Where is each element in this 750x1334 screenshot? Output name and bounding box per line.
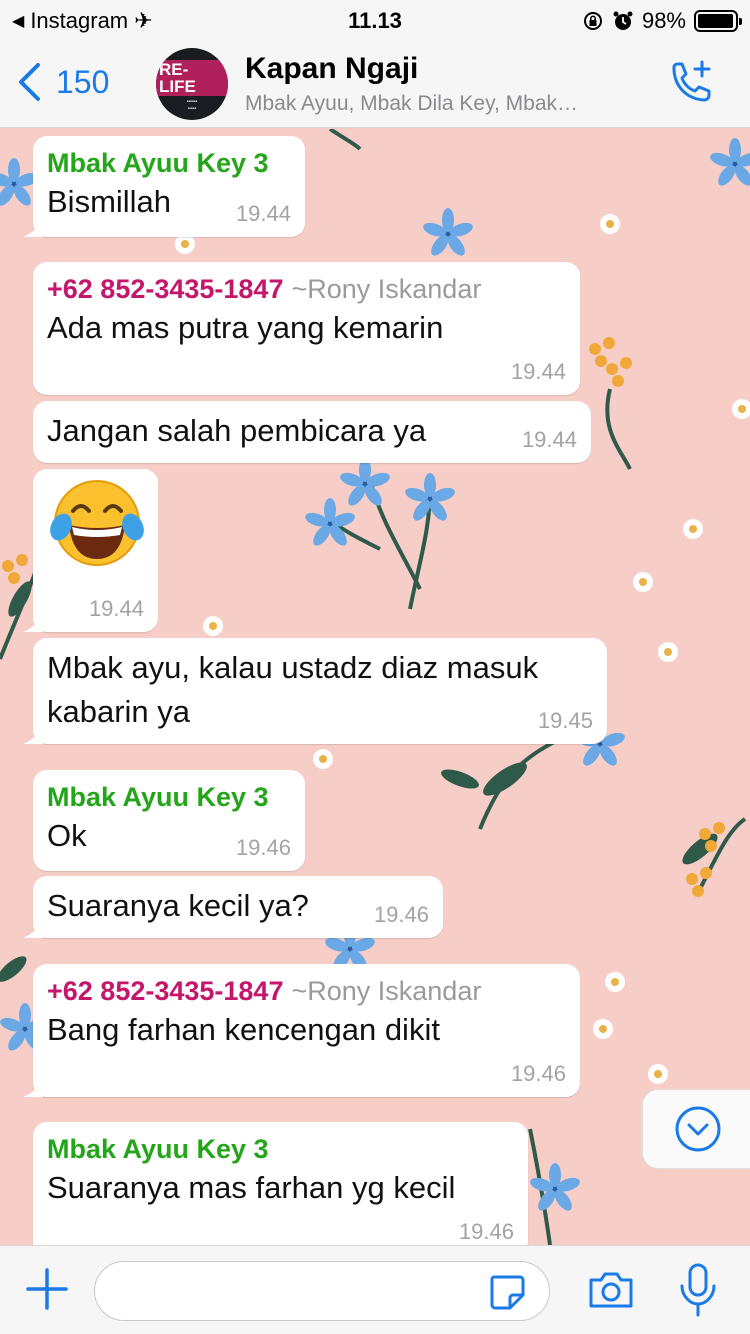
message-bubble[interactable]: Mbak Ayuu Key 3 Bismillah 19.44: [23, 136, 305, 237]
message-bubble[interactable]: Mbak Ayuu Key 3 Ok 19.46: [33, 770, 305, 871]
message-time: 19.44: [88, 596, 144, 621]
unread-count: 150: [56, 63, 110, 100]
sender-phone[interactable]: +62 852-3435-1847: [47, 274, 283, 304]
plus-icon[interactable]: [24, 1266, 70, 1312]
chat-members[interactable]: Mbak Ayuu, Mbak Dila Key, Mbak…: [245, 92, 645, 116]
chat-header: 150 RE-LIFE ▪▪▪▪▪ ▪▪▪▪ Kapan Ngaji Mbak A…: [0, 42, 750, 128]
message-time: 19.46: [373, 902, 429, 927]
bubble-tail: [23, 612, 43, 632]
message-bubble[interactable]: +62 852-3435-1847 ~Rony Iskandar Bang far…: [23, 964, 580, 1097]
avatar-decoration: ▪▪▪▪▪ ▪▪▪▪: [186, 98, 198, 112]
message-text: Bang farhan kencengan dikit: [47, 1012, 440, 1047]
sender-pushname: ~Rony Iskandar: [291, 274, 482, 304]
back-button[interactable]: 150: [16, 62, 109, 102]
scroll-to-bottom-button[interactable]: [642, 1089, 750, 1169]
message-bubble[interactable]: Mbak Ayuu Key 3 Suaranya mas farhan yg k…: [33, 1122, 528, 1245]
bubble-tail: [23, 918, 43, 938]
sender-name[interactable]: +62 852-3435-1847 ~Rony Iskandar: [47, 272, 566, 306]
sender-name[interactable]: +62 852-3435-1847 ~Rony Iskandar: [47, 974, 566, 1008]
message-time: 19.46: [510, 1061, 566, 1086]
message-time: 19.46: [458, 1219, 514, 1244]
message-input[interactable]: [94, 1261, 550, 1321]
message-time: 19.44: [521, 427, 577, 452]
bubble-tail: [23, 724, 43, 744]
message-time: 19.44: [235, 201, 291, 226]
chat-title[interactable]: Kapan Ngaji: [245, 52, 418, 86]
battery-fill: [698, 14, 734, 28]
sender-name[interactable]: Mbak Ayuu Key 3: [47, 146, 291, 180]
message-bubble[interactable]: Jangan salah pembicara ya 19.44: [33, 401, 591, 463]
camera-icon[interactable]: [587, 1268, 635, 1312]
message-time: 19.44: [510, 359, 566, 384]
message-time: 19.45: [537, 708, 593, 733]
sticker-icon[interactable]: [488, 1273, 526, 1311]
bubble-tail: [23, 217, 43, 237]
message-text: Suaranya mas farhan yg kecil: [47, 1170, 456, 1205]
message-bubble[interactable]: 19.44: [23, 469, 158, 632]
group-avatar[interactable]: RE-LIFE ▪▪▪▪▪ ▪▪▪▪: [156, 48, 228, 120]
lock-rotation-icon: [583, 12, 602, 30]
battery-percent: 98%: [641, 8, 686, 33]
message-bubble[interactable]: Suaranya kecil ya? 19.46: [23, 876, 443, 938]
sender-name[interactable]: Mbak Ayuu Key 3: [47, 1132, 514, 1166]
chat-area[interactable]: Mbak Ayuu Key 3 Bismillah 19.44 +62 852-…: [0, 129, 750, 1245]
status-bar: ◀ Instagram ✈ 11.13 98%: [0, 0, 750, 42]
add-call-icon[interactable]: [666, 58, 716, 108]
composer-bar: [0, 1245, 750, 1334]
sender-phone[interactable]: +62 852-3435-1847: [47, 976, 283, 1006]
message-text: Ada mas putra yang kemarin: [47, 310, 444, 345]
message-text: Jangan salah pembicara ya: [47, 413, 427, 448]
message-bubble[interactable]: +62 852-3435-1847 ~Rony Iskandar Ada mas …: [33, 262, 580, 395]
battery-icon: [694, 10, 742, 32]
alarm-icon: [613, 11, 633, 30]
message-bubble[interactable]: Mbak ayu, kalau ustadz diaz masuk kabari…: [23, 638, 607, 744]
mic-icon[interactable]: [676, 1262, 720, 1318]
back-chevron-icon: [19, 63, 40, 101]
sender-pushname: ~Rony Iskandar: [291, 976, 482, 1006]
sender-name[interactable]: Mbak Ayuu Key 3: [47, 780, 291, 814]
tears-of-joy-emoji: [50, 480, 144, 566]
message-text: Suaranya kecil ya?: [47, 888, 309, 923]
chevron-down-icon: [675, 1106, 721, 1152]
avatar-logo: RE-LIFE: [156, 59, 228, 96]
bubble-tail: [23, 1077, 43, 1097]
message-text: Mbak ayu, kalau ustadz diaz masuk kabari…: [47, 650, 539, 729]
message-time: 19.46: [235, 835, 291, 860]
